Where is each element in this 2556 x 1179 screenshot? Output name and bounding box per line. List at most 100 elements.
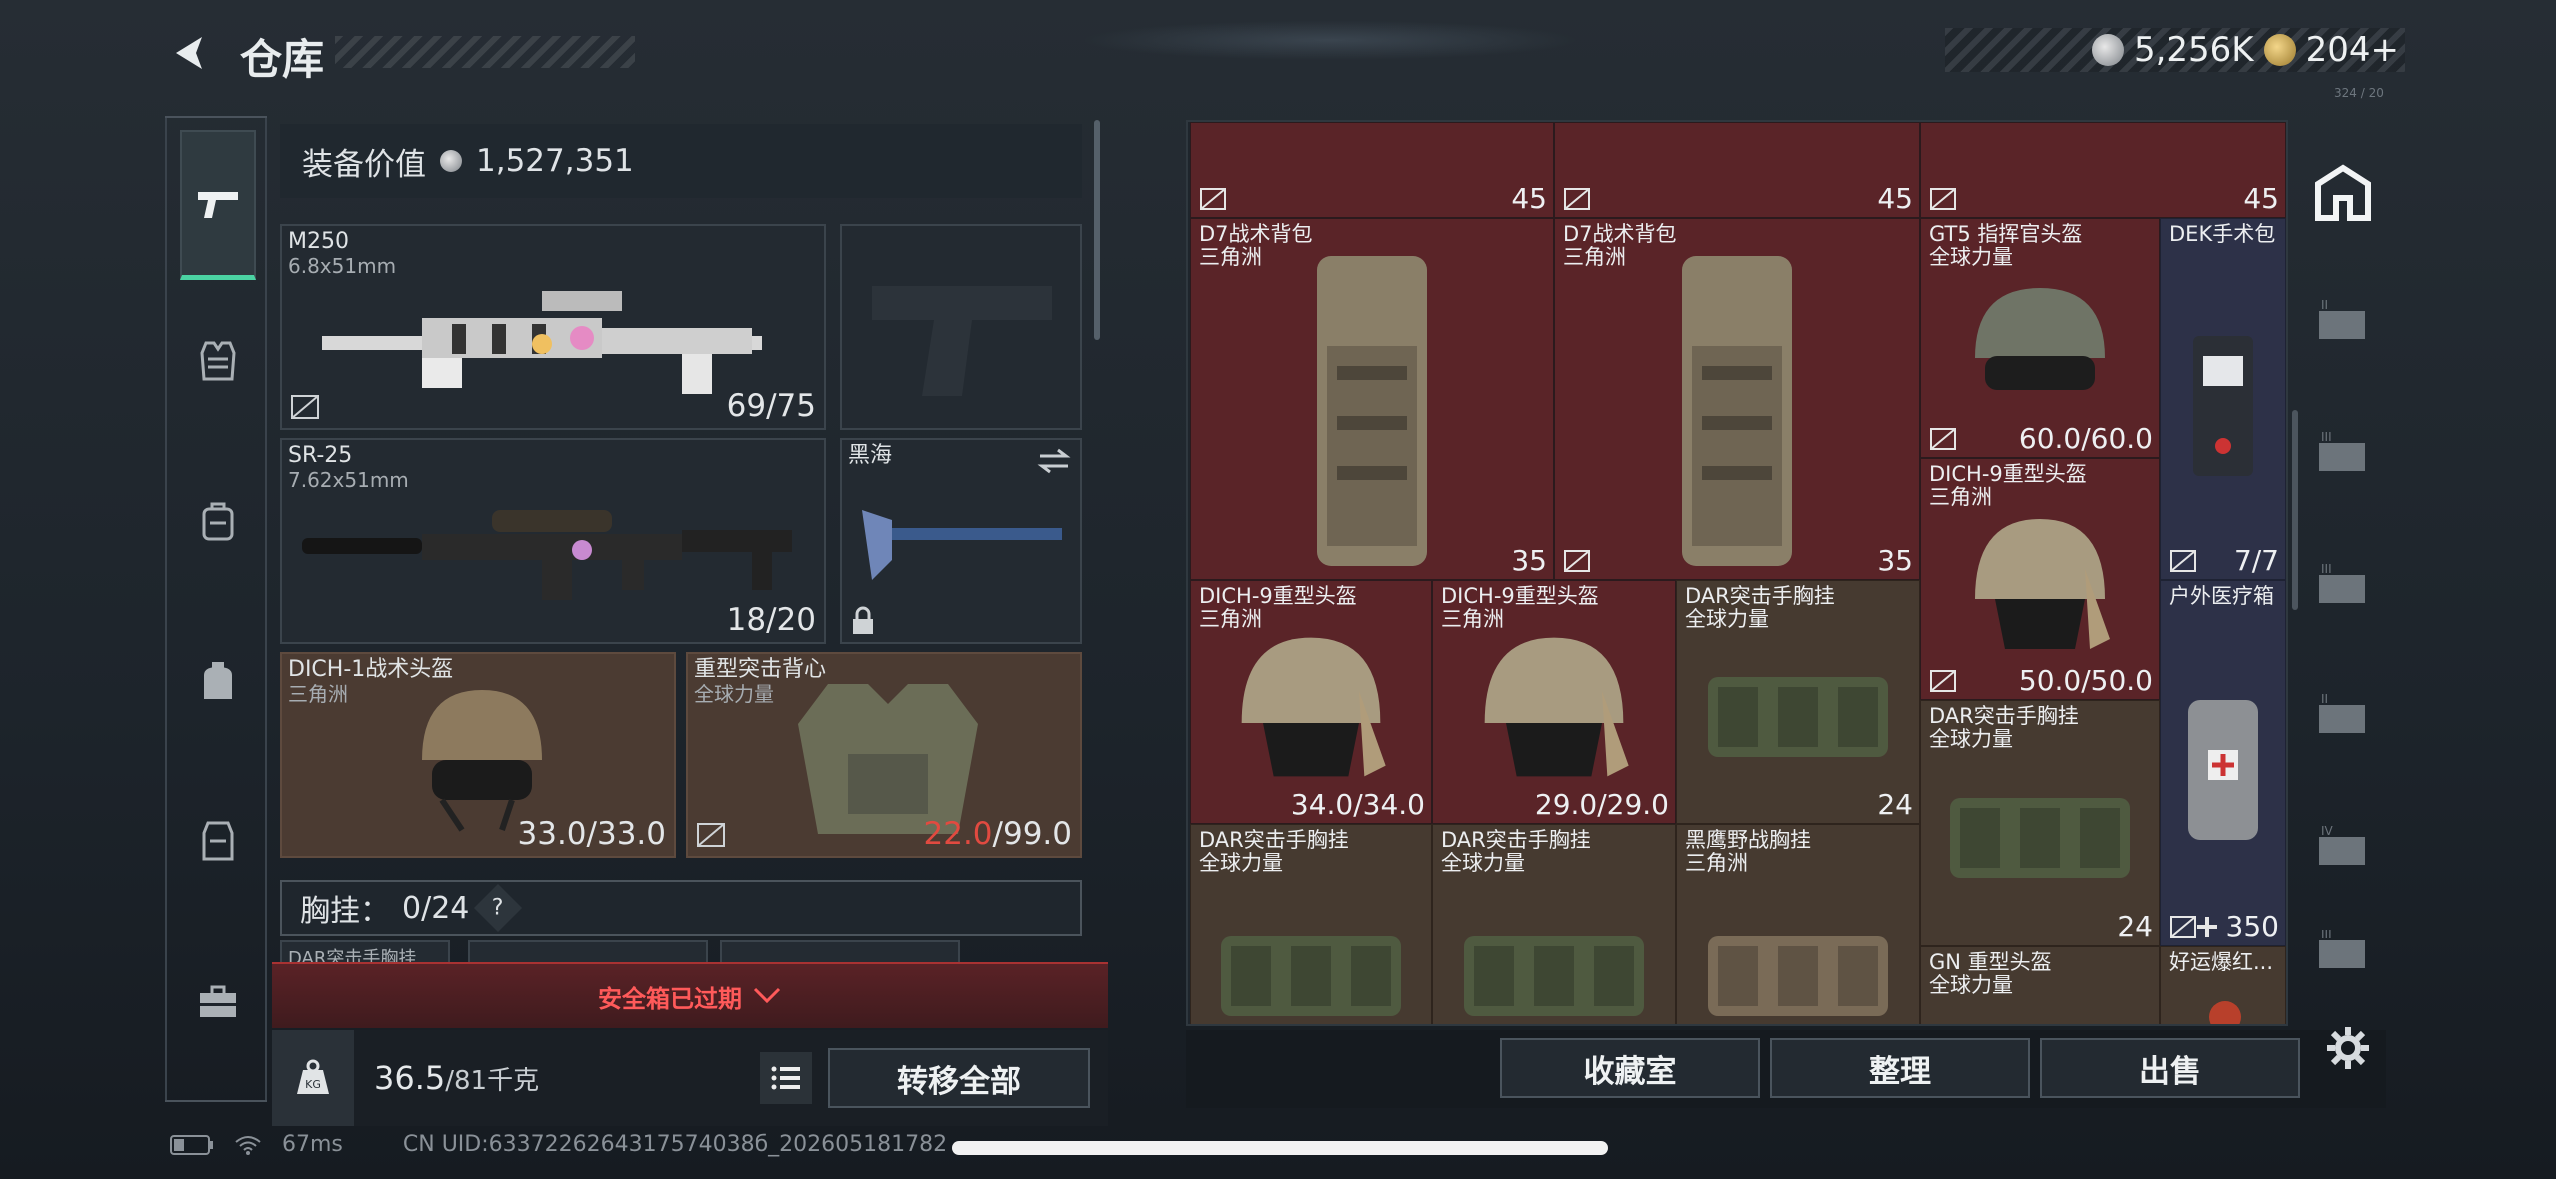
nav-bag[interactable] — [180, 606, 256, 756]
no-insure-icon — [1564, 188, 1590, 210]
grid-item-dich9-helmet[interactable]: DICH-9重型头盔 三角洲 29.0/29.0 — [1432, 580, 1676, 824]
grid-item-d7-backpack[interactable]: D7战术背包 三角洲 35 — [1554, 218, 1920, 580]
currency-bar: 5,256K 204+ — [1945, 28, 2405, 72]
nav-backpack[interactable] — [180, 446, 256, 596]
svg-text:II: II — [2321, 298, 2328, 312]
no-insure-icon — [697, 823, 725, 847]
nav-vest[interactable] — [180, 286, 256, 436]
nav-case-II[interactable]: II — [2310, 288, 2376, 354]
ammo-count: 69/75 — [726, 388, 816, 424]
chest-rig-image — [1950, 797, 2130, 878]
grid-item-blackhawk-chest-rig[interactable]: 黑鹰野战胸挂 三角洲 — [1676, 824, 1920, 1024]
gold-amount[interactable]: 204+ — [2306, 30, 2399, 70]
durability: 33.0/33.0 — [517, 816, 667, 852]
lucky-item-image — [2209, 1001, 2241, 1024]
settings-button[interactable] — [2320, 1020, 2376, 1076]
case-tier-icon: IV — [2319, 824, 2365, 865]
loadout-panel: 装备价值 1,527,351 M250 6.8x51mm 69/75 SR-25 7… — [272, 120, 1108, 1126]
collection-room-button[interactable]: 收藏室 — [1500, 1038, 1760, 1098]
item-count: 24 — [1877, 788, 1913, 821]
backpack-image — [1317, 256, 1427, 567]
axe-image — [862, 510, 1062, 580]
home-indicator[interactable] — [952, 1141, 1608, 1155]
sell-button[interactable]: 出售 — [2040, 1038, 2300, 1098]
nav-toolbox[interactable] — [180, 926, 256, 1076]
item-faction: 三角洲 — [1685, 851, 1748, 875]
left-scrollbar[interactable] — [1094, 120, 1100, 340]
item-count: 45 — [1511, 182, 1547, 215]
vest-icon — [200, 341, 236, 381]
grid-item[interactable]: 45 — [1920, 122, 2286, 218]
grid-item-dek-kit[interactable]: DEK手术包 7/7 — [2160, 218, 2286, 580]
item-name: GT5 指挥官头盔 — [1929, 222, 2083, 246]
grid-item-gt5-helmet[interactable]: GT5 指挥官头盔 全球力量 60.0/60.0 — [1920, 218, 2160, 458]
item-durability: 50.0/50.0 — [2018, 664, 2153, 697]
item-count: 45 — [1877, 182, 1913, 215]
no-insure-icon — [1930, 670, 1956, 692]
item-durability: 34.0/34.0 — [1290, 788, 1425, 821]
pistol-slot[interactable] — [840, 224, 1082, 430]
pistol-placeholder-icon — [872, 286, 1052, 396]
swap-icon[interactable] — [1036, 446, 1072, 476]
warehouse-screen: 仓库 5,256K 204+ 324 / 20 装备价值 1,527,351 M… — [0, 0, 2556, 1179]
durability-max: /99.0 — [992, 816, 1072, 852]
item-count: 350 — [2225, 910, 2279, 943]
surgery-kit-image — [2193, 336, 2253, 477]
nav-case-III[interactable]: III — [2310, 420, 2376, 486]
secondary-weapon-slot[interactable]: SR-25 7.62x51mm 18/20 — [280, 438, 826, 644]
grid-item-dich9-helmet[interactable]: DICH-9重型头盔 三角洲 34.0/34.0 — [1190, 580, 1432, 824]
armor-slot[interactable]: 重型突击背心 全球力量 22.0/99.0 — [686, 652, 1082, 858]
grid-scrollbar[interactable] — [2292, 410, 2298, 610]
help-icon[interactable]: ? — [474, 883, 523, 933]
grid-item-dar-chest-rig[interactable]: DAR突击手胸挂 全球力量 24 — [1920, 700, 2160, 946]
left-nav — [165, 116, 267, 1102]
ammo-count: 18/20 — [726, 602, 816, 638]
safebox-expired-banner[interactable]: 安全箱已过期 — [272, 962, 1108, 1028]
item-name: 黑鹰野战胸挂 — [1685, 828, 1811, 852]
sort-button[interactable]: 整理 — [1770, 1038, 2030, 1098]
nav-case-III[interactable]: III — [2310, 552, 2376, 618]
grid-item-dich9-helmet[interactable]: DICH-9重型头盔 三角洲 50.0/50.0 — [1920, 458, 2160, 700]
helmet-image — [1975, 287, 2105, 390]
wifi-icon — [235, 1135, 261, 1155]
grid-item-lucky[interactable]: 好运爆红... — [2160, 946, 2286, 1024]
item-faction: 全球力量 — [1929, 973, 2013, 997]
nav-weapons[interactable] — [180, 130, 256, 280]
grid-item[interactable]: 45 — [1554, 122, 1920, 218]
weight-max: /81千克 — [445, 1066, 540, 1096]
item-faction: 全球力量 — [1685, 607, 1769, 631]
bag-icon — [204, 662, 232, 699]
melee-slot[interactable]: 黑海 — [840, 438, 1082, 644]
nav-case-II[interactable]: II — [2310, 682, 2376, 748]
grid-item-d7-backpack[interactable]: D7战术背包 三角洲 35 — [1190, 218, 1554, 580]
grid-item-medkit[interactable]: 户外医疗箱 350 — [2160, 580, 2286, 946]
transfer-all-button[interactable]: 转移全部 — [828, 1048, 1090, 1108]
no-insure-icon — [291, 395, 319, 419]
helmet-slot[interactable]: DICH-1战术头盔 三角洲 33.0/33.0 — [280, 652, 676, 858]
right-nav: II III III II IV III — [2300, 120, 2386, 1110]
list-view-button[interactable] — [760, 1052, 812, 1104]
nav-armor[interactable] — [180, 766, 256, 916]
nav-case-III[interactable]: III — [2310, 930, 2376, 970]
grid-item-dar-chest-rig[interactable]: DAR突击手胸挂 全球力量 24 — [1676, 580, 1920, 824]
nav-case-IV[interactable]: IV — [2310, 814, 2376, 880]
svg-text:III: III — [2321, 562, 2332, 576]
uid-readout: CN UID:6337226264317574038б_202605181782 — [402, 1132, 948, 1157]
svg-text:III: III — [2321, 430, 2332, 444]
primary-weapon-slot[interactable]: M250 6.8x51mm 69/75 — [280, 224, 826, 430]
chest-rig-header[interactable]: 胸挂： 0/24 ? — [280, 880, 1082, 936]
grid-item-dar-chest-rig[interactable]: DAR突击手胸挂 全球力量 — [1190, 824, 1432, 1024]
grid-item-gn-helmet[interactable]: GN 重型头盔 全球力量 — [1920, 946, 2160, 1024]
gear-icon — [2327, 1027, 2369, 1069]
nav-home[interactable] — [2310, 160, 2376, 226]
item-name: DAR突击手胸挂 — [1685, 584, 1835, 608]
no-insure-icon — [1200, 188, 1226, 210]
equipment-value-label: 装备价值 — [302, 146, 426, 183]
grid-item[interactable]: 45 — [1190, 122, 1554, 218]
helmet-image — [1241, 637, 1386, 777]
item-name: GN 重型头盔 — [1929, 950, 2052, 974]
grid-item-dar-chest-rig[interactable]: DAR突击手胸挂 全球力量 — [1432, 824, 1676, 1024]
case-tier-icon: III — [2319, 562, 2365, 603]
back-button[interactable] — [165, 28, 215, 78]
equipment-value: 装备价值 1,527,351 — [280, 124, 1082, 198]
